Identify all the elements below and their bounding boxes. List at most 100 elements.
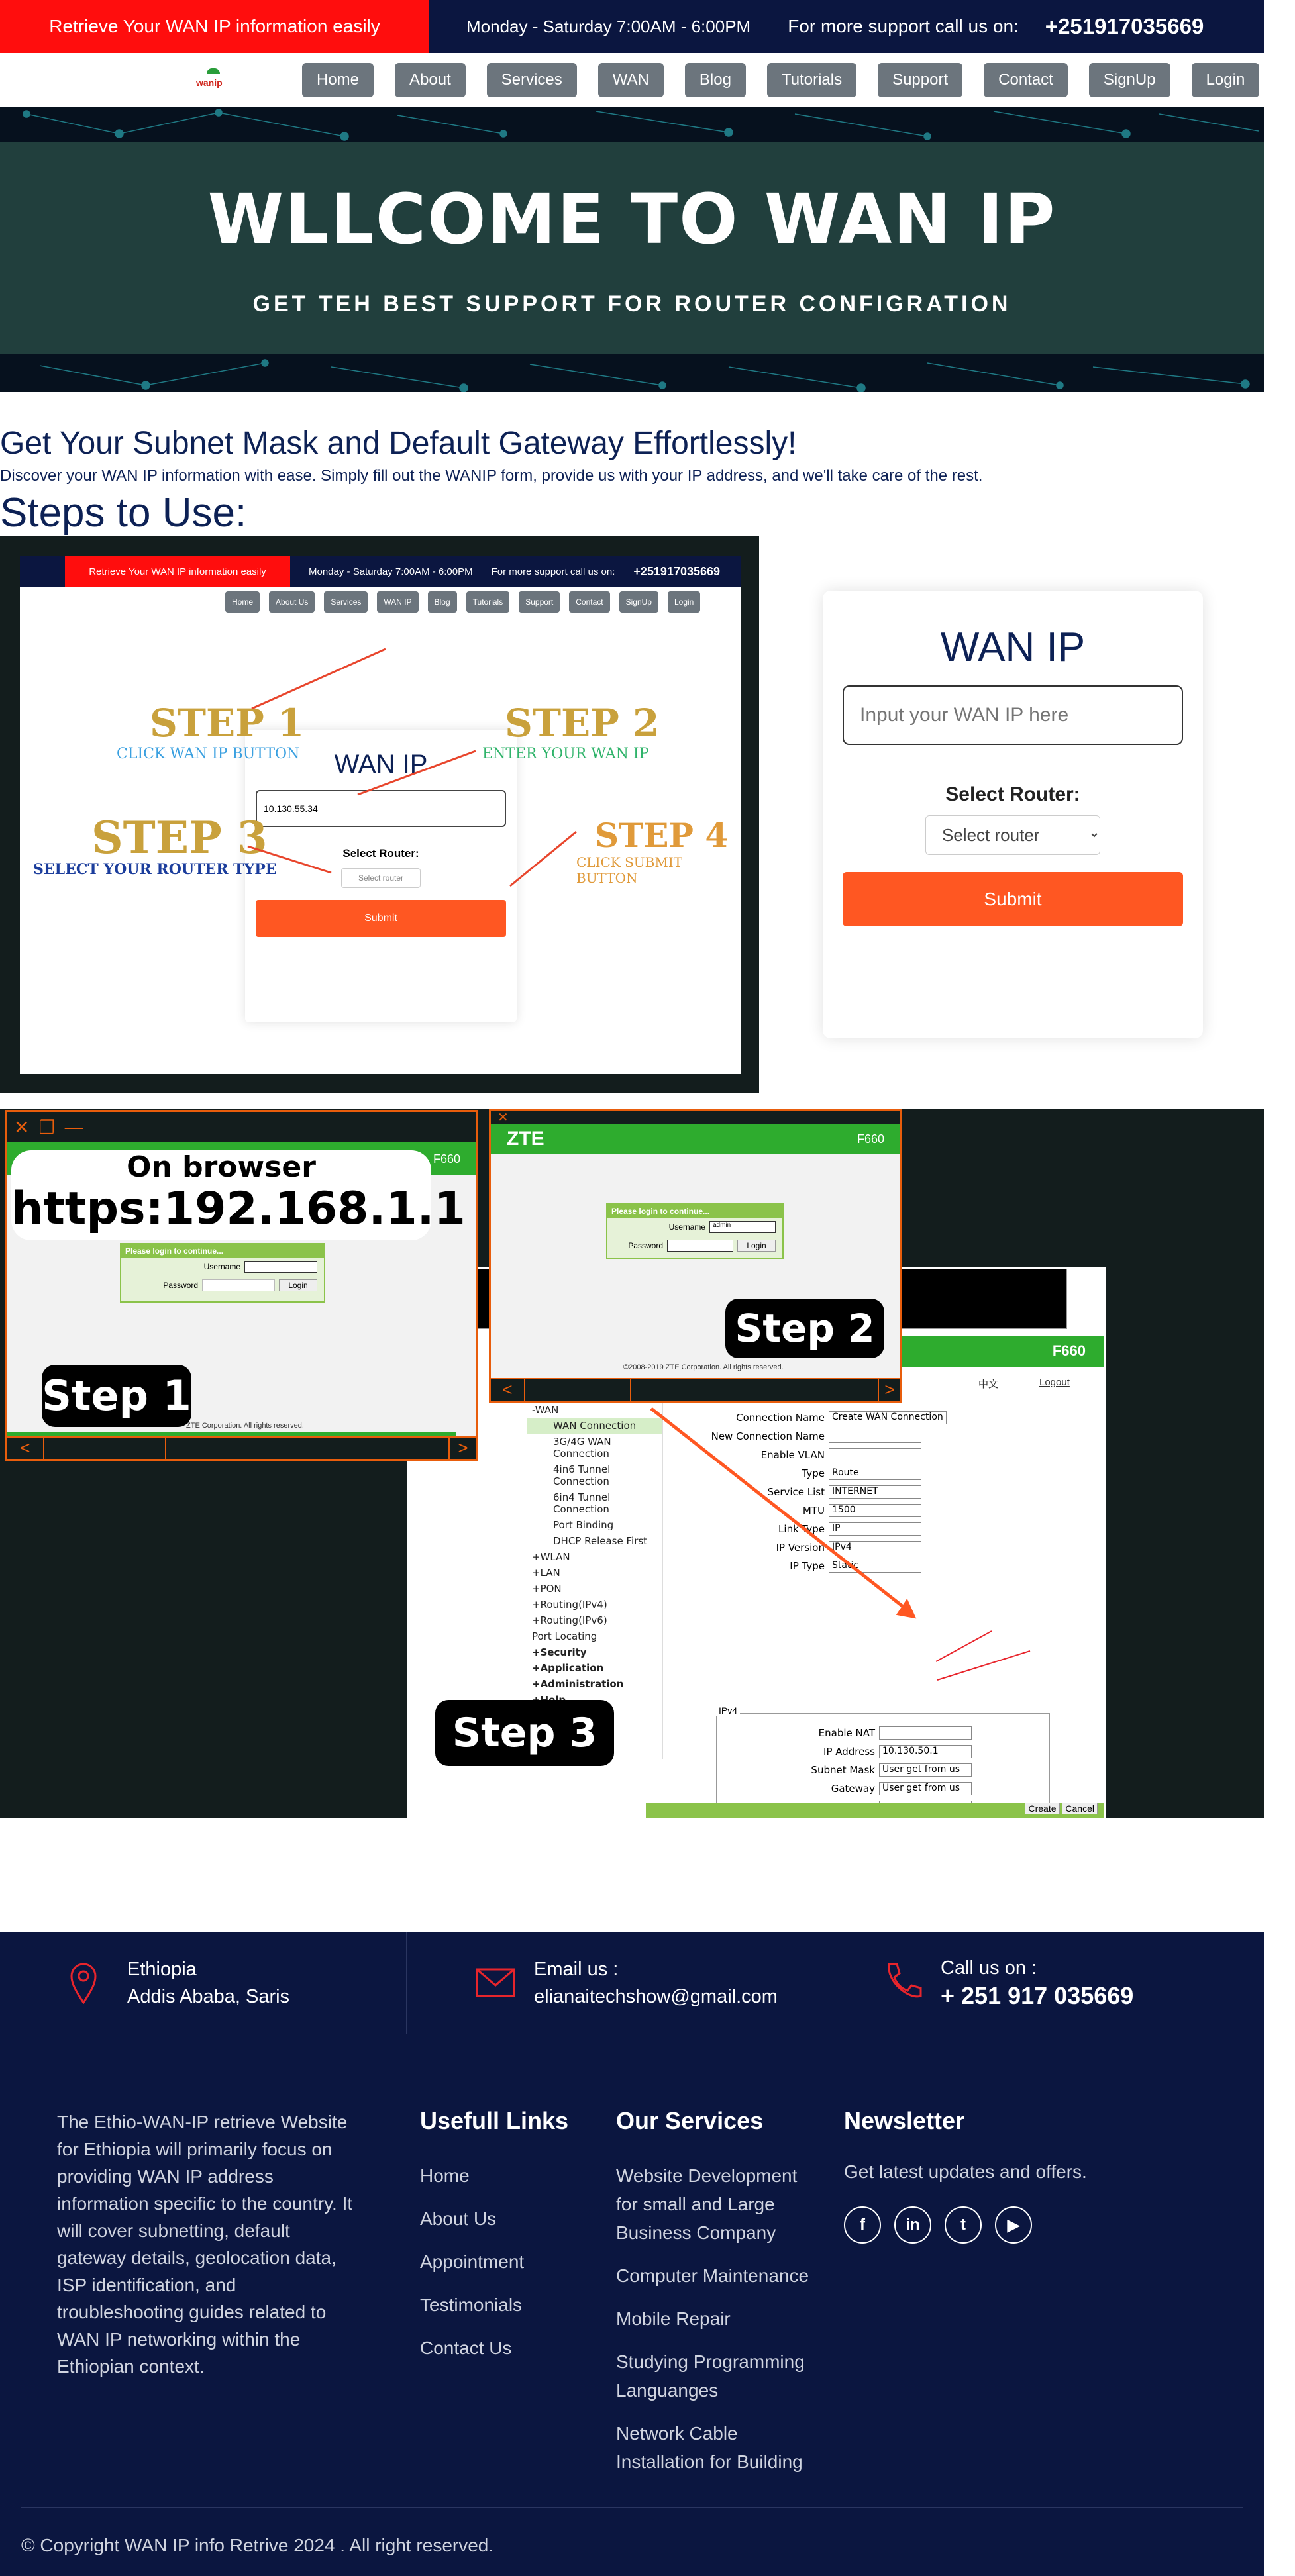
intro-section: Get Your Subnet Mask and Default Gateway… — [0, 392, 1264, 536]
nav-support[interactable]: Support — [878, 62, 963, 97]
login-row: Password Login — [607, 1236, 782, 1255]
nav-wan-ip[interactable]: WAN IP — [597, 62, 664, 123]
facebook-icon[interactable]: f — [844, 2206, 881, 2244]
username-label: Username — [668, 1222, 705, 1232]
login-row: Username — [121, 1258, 324, 1276]
step2-window: ✕ ZTE F660 Please login to continue... Us… — [489, 1109, 902, 1403]
tutorial-screenshot: Retrieve Your WAN IP information easily … — [0, 536, 759, 1093]
nav-login[interactable]: Login — [1191, 62, 1260, 97]
service-item[interactable]: Mobile Repair — [616, 2304, 815, 2333]
password-box — [667, 1240, 733, 1252]
intro-text: Discover your WAN IP information with ea… — [0, 467, 983, 485]
footer-phone: Call us on : + 251 917 035669 — [813, 1932, 1220, 2034]
promo-banner: Retrieve Your WAN IP information easily — [0, 0, 429, 53]
twitter-icon[interactable]: t — [945, 2206, 982, 2244]
password-box — [202, 1279, 275, 1291]
step-arrows — [247, 648, 577, 887]
linkedin-icon[interactable]: in — [894, 2206, 931, 2244]
footer-about: The Ethio-WAN-IP retrieve Website for Et… — [57, 2112, 353, 2377]
useful-links-title: Usefull Links — [420, 2107, 569, 2134]
login-row: Password Login — [121, 1276, 324, 1295]
nav-home[interactable]: Home — [302, 62, 374, 97]
step2-pill: Step 2 — [725, 1299, 884, 1358]
form-title: WAN IP — [940, 624, 1086, 670]
username-box: admin — [709, 1221, 776, 1233]
top-bar: Retrieve Your WAN IP information easily … — [0, 0, 1264, 53]
newsletter-title: Newsletter — [844, 2107, 965, 2134]
service-item[interactable]: Network Cable Installation for Building — [616, 2419, 815, 2476]
nav-blog[interactable]: Blog — [684, 62, 746, 97]
step2-window-nav: < > — [491, 1378, 900, 1401]
useful-links: Usefull Links Home About Us Appointment … — [420, 2107, 568, 2377]
youtube-icon[interactable]: ▶ — [995, 2206, 1032, 2244]
password-label: Password — [163, 1281, 198, 1290]
logo-icon — [207, 68, 220, 74]
business-hours: Monday - Saturday 7:00AM - 6:00PM — [466, 16, 751, 36]
step2-zte-header: ZTE F660 — [491, 1124, 900, 1154]
email-address[interactable]: elianaitechshow@gmail.com — [534, 1983, 778, 2010]
footer-email: Email us : elianaitechshow@gmail.com — [407, 1932, 813, 2034]
social-links: f in t ▶ — [844, 2206, 1087, 2244]
footer: Ethiopia Addis Ababa, Saris Email us : eli… — [0, 1932, 1264, 2576]
tutorial-screenshot-inner: Retrieve Your WAN IP information easily … — [20, 556, 741, 1074]
login-header: Please login to continue... — [607, 1205, 782, 1218]
nav-about-us[interactable]: About Us — [395, 62, 466, 123]
window-nav-segment — [166, 1438, 450, 1459]
hero-banner: WLLCOME TO WAN IP GET TEH BEST SUPPORT F… — [0, 107, 1264, 392]
login-header: Please login to continue... — [121, 1244, 324, 1258]
call-label: Call us on : — [941, 1957, 1037, 1979]
phone-icon — [888, 1963, 922, 1998]
nav-signup[interactable]: SignUp — [1088, 62, 1170, 97]
location-line2: Addis Ababa, Saris — [127, 1985, 290, 2007]
footer-link-home[interactable]: Home — [420, 2161, 568, 2190]
login-button: Login — [737, 1240, 776, 1252]
restore-icon: ❐ — [38, 1116, 56, 1138]
call-number[interactable]: + 251 917 035669 — [941, 1982, 1133, 2009]
login-row: Username admin — [607, 1218, 782, 1236]
step1-copyright: ZTE Corporation. All rights reserved. — [186, 1422, 304, 1430]
prev-icon: < — [7, 1438, 44, 1459]
step1-model: F660 — [433, 1152, 460, 1165]
router-select[interactable]: Select router — [925, 815, 1100, 855]
support-label: For more support call us on: — [788, 16, 1019, 36]
login-button: Login — [279, 1279, 317, 1291]
username-label: Username — [203, 1262, 240, 1271]
service-item[interactable]: Studying Programming Languanges — [616, 2348, 815, 2404]
step2-copyright: ©2008-2019 ZTE Corporation. All rights r… — [623, 1363, 784, 1371]
navbar: wanip Home About Us Services WAN IP Blog… — [0, 53, 1264, 123]
intro-heading: Get Your Subnet Mask and Default Gateway… — [0, 426, 797, 461]
nav-services[interactable]: Services — [486, 62, 577, 97]
submit-button[interactable]: Submit — [843, 872, 1183, 926]
username-box — [244, 1261, 317, 1273]
prev-icon: < — [491, 1379, 525, 1401]
step1-window-nav: < > — [7, 1436, 476, 1459]
router-url: https:192.168.1.1 — [11, 1183, 466, 1235]
logo-text: wanip — [196, 77, 223, 88]
page: Retrieve Your WAN IP information easily … — [0, 0, 1264, 2576]
footer-link-contact[interactable]: Contact Us — [420, 2334, 568, 2362]
window-nav-segment — [44, 1438, 166, 1459]
step2-model: F660 — [856, 1132, 884, 1146]
window-nav-segment — [631, 1379, 879, 1401]
service-item[interactable]: Website Development for small and Large … — [616, 2161, 815, 2247]
window-controls: ✕ — [491, 1111, 900, 1125]
window-controls: ✕ ❐ — — [7, 1112, 476, 1142]
footer-contacts: Ethiopia Addis Ababa, Saris Email us : eli… — [0, 1932, 1264, 2034]
footer-divider — [21, 2507, 1243, 2508]
footer-link-about[interactable]: About Us — [420, 2204, 568, 2233]
wan-ip-input[interactable] — [843, 685, 1183, 745]
footer-link-testimonials[interactable]: Testimonials — [420, 2291, 568, 2319]
support-phone[interactable]: +251917035669 — [1045, 14, 1204, 39]
next-icon: > — [458, 1438, 468, 1458]
nav-tutorials[interactable]: Tutorials — [766, 62, 857, 97]
url-bubble: On browser https:192.168.1.1 — [11, 1150, 466, 1240]
nav-contact[interactable]: Contact — [984, 62, 1068, 97]
steps-row: Retrieve Your WAN IP information easily … — [0, 536, 1264, 1109]
router-select-label: Select Router: — [945, 783, 1080, 805]
hero-title: WLLCOME TO WAN IP — [207, 179, 1057, 260]
step1-login-box: Please login to continue... Username Pas… — [120, 1243, 325, 1303]
footer-link-appointment[interactable]: Appointment — [420, 2248, 568, 2276]
newsletter-text: Get latest updates and offers. — [844, 2161, 1087, 2182]
next-icon: > — [884, 1379, 895, 1399]
service-item[interactable]: Computer Maintenance — [616, 2261, 815, 2290]
